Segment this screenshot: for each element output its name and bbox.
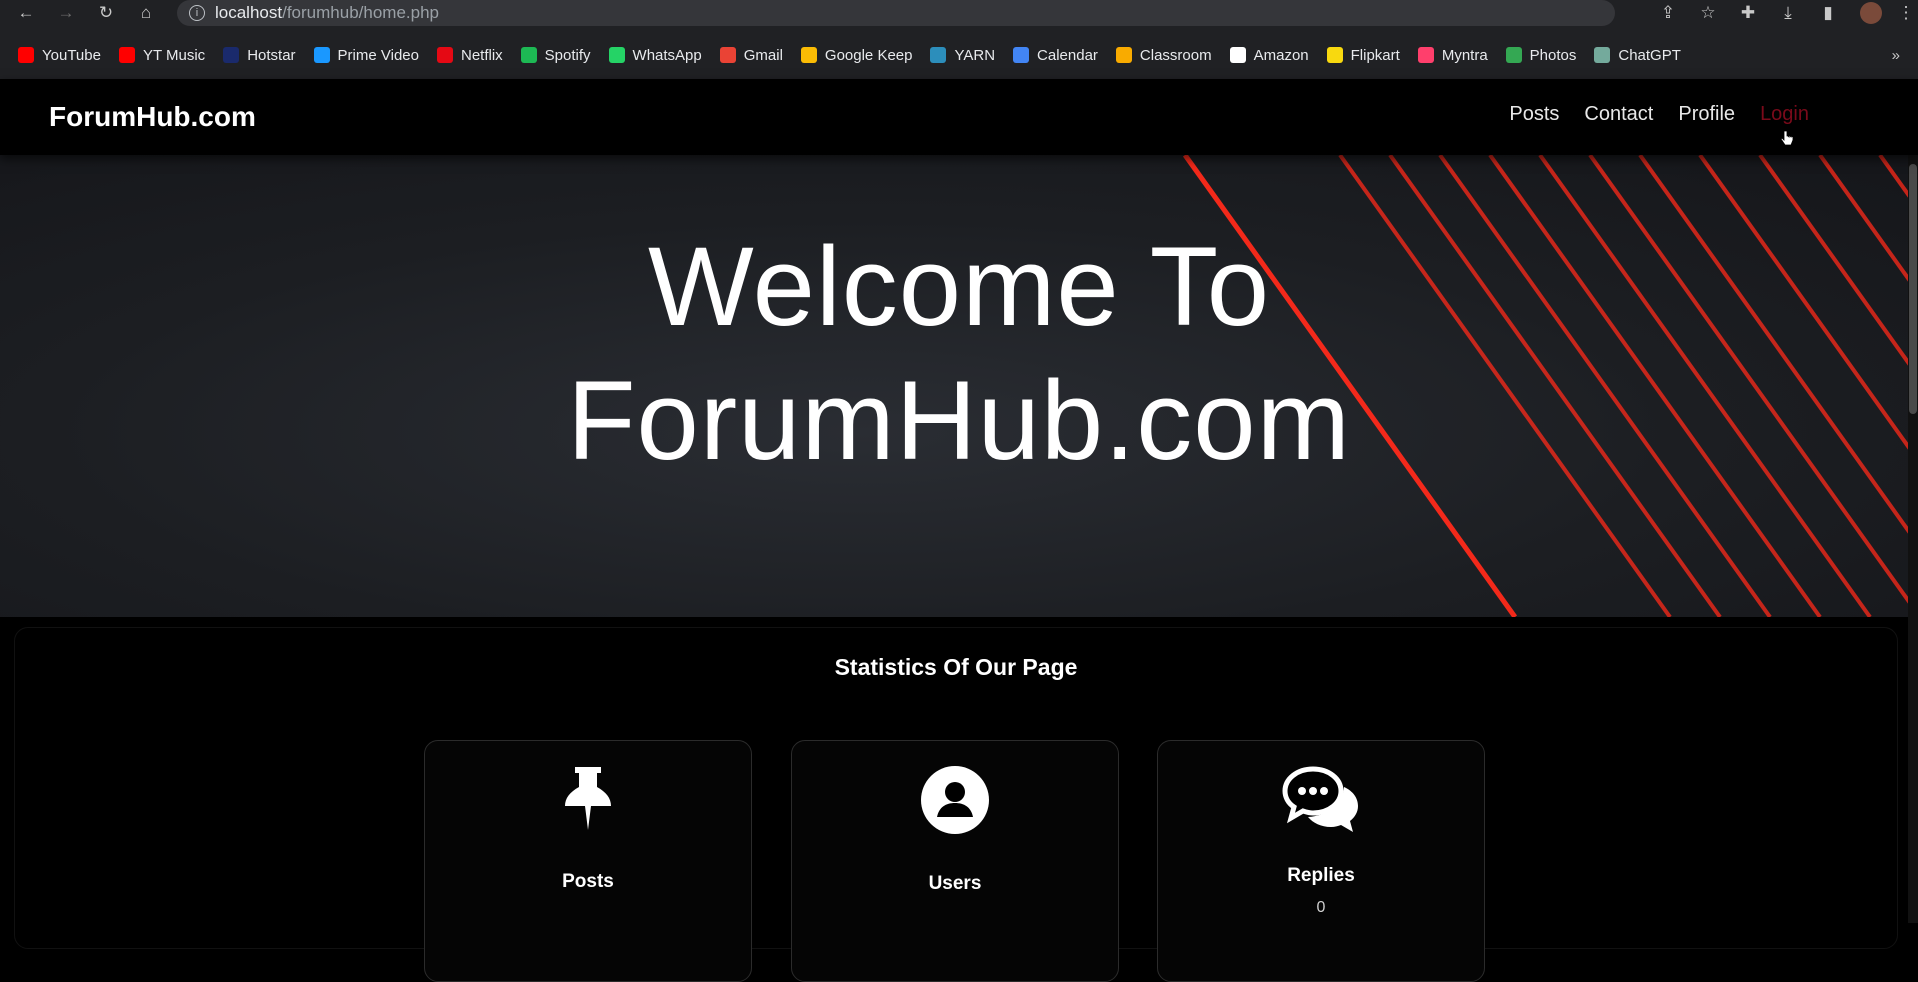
hand-cursor-icon [1780,130,1794,146]
bookmark-item[interactable]: Myntra [1417,46,1488,64]
nav-login-link[interactable]: Login [1760,103,1809,126]
user-circle-icon [792,765,1118,841]
bookmark-label: Netflix [460,46,503,64]
gmail-icon [719,47,736,63]
bookmark-item[interactable]: Netflix [436,46,503,64]
replies-stat-label: Replies [1287,865,1355,886]
bookmark-label: WhatsApp [632,46,702,64]
photos-icon [1505,47,1522,63]
classroom-icon [1115,47,1132,63]
bookmark-label: Flipkart [1350,46,1400,64]
browser-chrome: ← → ↻ ⌂ i localhost/forumhub/home.php ⇪ … [0,0,1918,79]
prime-video-icon [313,47,330,63]
toolbar-actions: ⇪ ☆ ✚ ⤓ ▮ ⋮ [1648,0,1918,26]
bookmark-item[interactable]: Google Keep [800,46,913,64]
bookmark-item[interactable]: YouTube [18,47,101,64]
pushpin-icon [425,765,751,841]
statistics-section: Statistics Of Our Page Posts Users Repli… [14,627,1898,982]
bookmark-label: ChatGPT [1618,46,1681,64]
home-icon[interactable]: ⌂ [133,0,159,26]
bookmark-label: Myntra [1441,46,1488,64]
nav-posts-link[interactable]: Posts [1509,103,1559,126]
bookmark-item[interactable]: WhatsApp [608,46,702,64]
posts-stat-label: Posts [562,871,614,892]
calendar-icon [1013,47,1030,63]
site-menu: Posts Contact Profile Login [1484,103,1809,126]
bookmark-item[interactable]: Spotify [520,46,591,64]
spotify-icon [520,47,537,63]
bookmark-label: YT Music [142,46,206,64]
myntra-icon [1417,47,1434,63]
chatgpt-icon [1594,47,1611,63]
kebab-menu-icon[interactable]: ⋮ [1894,3,1918,23]
users-stat-card: Users [791,740,1119,982]
bookmark-label: Amazon [1253,46,1309,64]
profile-avatar[interactable] [1860,2,1882,24]
bookmark-item[interactable]: Classroom [1115,46,1212,64]
bookmarks-bar: YouTube YT Music Hotstar Prime Video Netflix… [0,42,1918,68]
nav-contact-link[interactable]: Contact [1584,103,1653,126]
posts-stat-card: Posts [424,740,752,982]
bookmark-item[interactable]: Flipkart [1326,46,1400,64]
page-scrollbar[interactable] [1908,79,1918,923]
bookmark-label: Hotstar [247,46,296,64]
yt-music-icon [118,47,135,63]
google-keep-icon [800,47,817,63]
bookmark-item[interactable]: Amazon [1229,46,1309,64]
flipkart-icon [1326,47,1343,63]
netflix-icon [436,47,453,63]
bookmark-item[interactable]: Prime Video [313,46,419,64]
share-icon[interactable]: ⇪ [1648,3,1688,23]
hero-title-line2: ForumHub.com [567,358,1351,483]
bookmark-item[interactable]: Gmail [719,46,783,64]
users-stat-label: Users [928,873,982,894]
bookmark-item[interactable]: Calendar [1013,47,1098,64]
forward-icon[interactable]: → [53,0,79,26]
bookmark-item[interactable]: ChatGPT [1594,47,1681,64]
replies-stat-count: 0 [1316,899,1326,916]
bookmark-item[interactable]: YT Music [118,46,206,64]
replies-stat-card: Replies 0 [1157,740,1485,982]
scrollbar-thumb[interactable] [1909,164,1917,414]
hero-title-line1: Welcome To [647,224,1271,349]
bookmark-item[interactable]: Hotstar [223,46,296,64]
bookmark-item[interactable]: Photos [1505,46,1577,64]
yarn-icon [930,47,947,63]
bookmark-label: Prime Video [337,46,419,64]
reload-icon[interactable]: ↻ [93,0,119,26]
bookmark-label: Classroom [1139,46,1212,64]
site-navbar: ForumHub.com Posts Contact Profile Login [0,79,1918,155]
site-brand[interactable]: ForumHub.com [49,101,256,133]
bookmark-label: Calendar [1037,46,1098,64]
hotstar-icon [223,47,240,63]
amazon-icon [1229,47,1246,63]
bookmarks-overflow-button[interactable]: » [1892,42,1900,68]
side-panel-icon[interactable]: ▮ [1808,3,1848,23]
nav-profile-link[interactable]: Profile [1678,103,1735,126]
url-host: localhost [215,3,283,22]
hero-banner: Welcome To ForumHub.com [0,155,1918,617]
bookmark-label: YARN [954,46,996,64]
address-bar[interactable]: i localhost/forumhub/home.php [177,0,1615,26]
whatsapp-icon [608,47,625,63]
bookmark-item[interactable]: YARN [930,47,995,64]
youtube-icon [18,47,34,63]
hero-title: Welcome To ForumHub.com [0,220,1918,488]
bookmark-label: Gmail [743,46,783,64]
comments-icon [1158,765,1484,841]
url-path: /forumhub/home.php [282,3,439,22]
browser-toolbar: ← → ↻ ⌂ i localhost/forumhub/home.php ⇪ … [0,0,1918,26]
statistics-title: Statistics Of Our Page [834,654,1078,680]
back-icon[interactable]: ← [13,0,39,26]
bookmark-label: Google Keep [824,46,913,64]
bookmark-label: Photos [1529,46,1577,64]
bookmark-label: YouTube [42,46,101,64]
bookmark-star-icon[interactable]: ☆ [1688,3,1728,23]
site-info-icon[interactable]: i [189,5,205,21]
download-icon[interactable]: ⤓ [1768,3,1808,23]
bookmark-label: Spotify [544,46,591,64]
extensions-icon[interactable]: ✚ [1728,3,1768,23]
